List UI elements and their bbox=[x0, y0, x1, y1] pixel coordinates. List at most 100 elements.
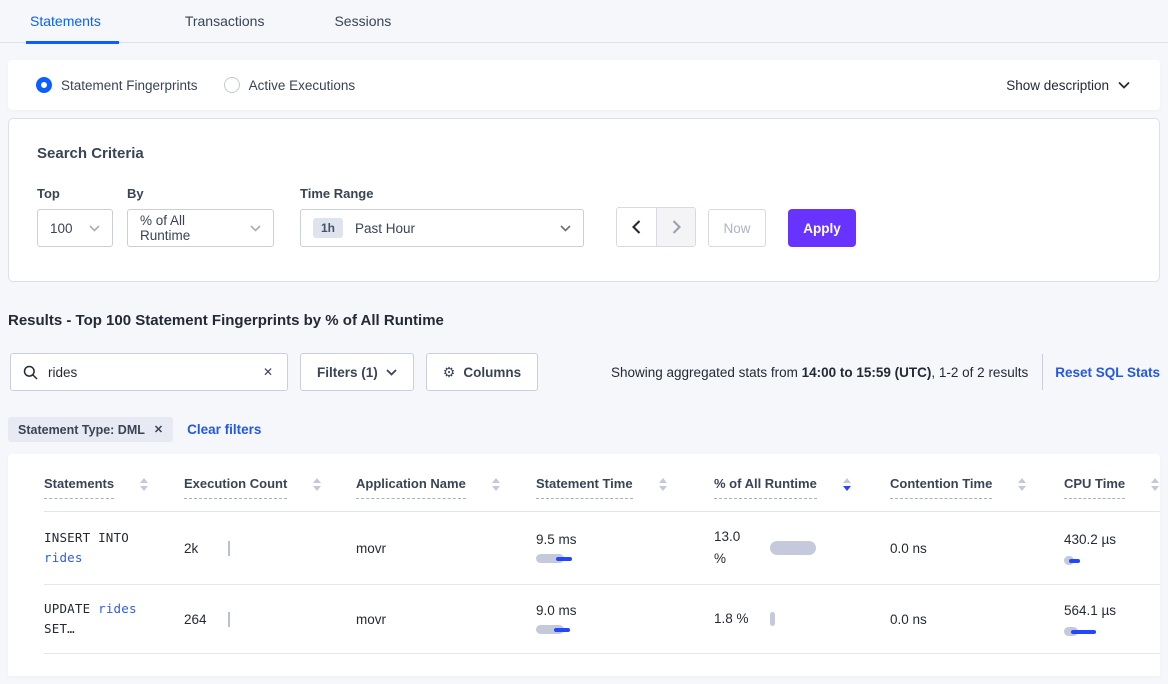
column-header-statement-time[interactable]: Statement Time bbox=[536, 458, 714, 512]
table-row: INSERT INTO rides 2k movr 9.5 ms 13.0 % … bbox=[44, 512, 1160, 585]
active-filters-row: Statement Type: DML ✕ Clear filters bbox=[8, 417, 1160, 442]
top-select[interactable]: 100 bbox=[37, 209, 113, 247]
clear-filters-link[interactable]: Clear filters bbox=[187, 422, 261, 437]
by-select[interactable]: % of All Runtime bbox=[127, 209, 274, 247]
column-header-application-name[interactable]: Application Name bbox=[356, 458, 536, 512]
filter-tag-label: Statement Type: DML bbox=[18, 423, 145, 437]
time-next-button[interactable] bbox=[656, 208, 695, 246]
top-field: Top 100 bbox=[37, 186, 113, 247]
stats-summary: Showing aggregated stats from 14:00 to 1… bbox=[611, 365, 1028, 380]
table-header-row: Statements Execution Count Application N… bbox=[44, 458, 1160, 512]
radio-statement-fingerprints[interactable]: Statement Fingerprints bbox=[36, 77, 198, 93]
contention-time-cell: 0.0 ns bbox=[890, 512, 1064, 585]
time-prev-button[interactable] bbox=[617, 208, 656, 246]
top-tab-bar: Statements Transactions Sessions bbox=[0, 0, 1168, 43]
chevron-down-icon bbox=[560, 225, 571, 232]
results-controls-row: ✕ Filters (1) ⚙ Columns Showing aggregat… bbox=[10, 353, 1160, 391]
chevron-left-icon bbox=[632, 220, 641, 234]
statement-time-bar bbox=[536, 554, 704, 564]
column-header-execution-count[interactable]: Execution Count bbox=[184, 458, 356, 512]
sort-icon[interactable] bbox=[1151, 478, 1159, 498]
chevron-down-icon bbox=[1118, 81, 1130, 89]
by-label: By bbox=[127, 186, 274, 201]
cpu-time-cell: 564.1 µs bbox=[1064, 585, 1160, 654]
filters-label: Filters (1) bbox=[317, 365, 378, 380]
time-range-value: Past Hour bbox=[355, 221, 415, 236]
clear-search-icon[interactable]: ✕ bbox=[261, 365, 275, 379]
apply-button[interactable]: Apply bbox=[788, 209, 856, 247]
column-header-cpu-time[interactable]: CPU Time bbox=[1064, 458, 1160, 512]
tab-sessions[interactable]: Sessions bbox=[330, 13, 395, 44]
top-select-value: 100 bbox=[50, 221, 73, 236]
time-range-select[interactable]: 1h Past Hour bbox=[300, 209, 584, 247]
remove-filter-icon[interactable]: ✕ bbox=[154, 423, 163, 436]
chevron-right-icon bbox=[672, 220, 681, 234]
search-icon bbox=[23, 365, 38, 380]
contention-time-cell: 0.0 ns bbox=[890, 585, 1064, 654]
top-label: Top bbox=[37, 186, 113, 201]
view-toggle-bar: Statement Fingerprints Active Executions… bbox=[8, 60, 1160, 110]
statement-cell: UPDATE rides SET… bbox=[44, 585, 184, 654]
time-step-group bbox=[616, 207, 696, 247]
pct-runtime-bar bbox=[770, 612, 775, 626]
column-header-pct-of-all-runtime[interactable]: % of All Runtime bbox=[714, 458, 890, 512]
statement-cell: INSERT INTO rides bbox=[44, 512, 184, 585]
results-heading: Results - Top 100 Statement Fingerprints… bbox=[8, 312, 1160, 329]
chevron-down-icon bbox=[250, 225, 261, 232]
time-range-label: Time Range bbox=[300, 186, 584, 201]
execution-count-bar bbox=[228, 541, 230, 556]
cpu-time-bar bbox=[1064, 556, 1150, 566]
reset-sql-stats-link[interactable]: Reset SQL Stats bbox=[1055, 365, 1160, 380]
by-field: By % of All Runtime bbox=[127, 186, 274, 247]
cpu-time-cell: 430.2 µs bbox=[1064, 512, 1160, 585]
pct-runtime-bar bbox=[770, 541, 816, 555]
tab-transactions[interactable]: Transactions bbox=[181, 13, 269, 44]
statement-time-bar bbox=[536, 625, 704, 635]
sort-icon[interactable] bbox=[659, 478, 667, 498]
sort-icon[interactable] bbox=[140, 478, 148, 498]
column-header-contention-time[interactable]: Contention Time bbox=[890, 458, 1064, 512]
by-select-value: % of All Runtime bbox=[140, 213, 236, 243]
search-criteria-card: Search Criteria Top 100 By % of All Runt… bbox=[8, 118, 1160, 282]
execution-count-cell: 2k bbox=[184, 512, 356, 585]
statement-time-cell: 9.5 ms bbox=[536, 512, 714, 585]
now-button[interactable]: Now bbox=[708, 209, 766, 247]
tab-statements[interactable]: Statements bbox=[26, 13, 119, 44]
search-criteria-title: Search Criteria bbox=[37, 145, 1131, 162]
statements-table: Statements Execution Count Application N… bbox=[44, 458, 1160, 654]
application-name-cell: movr bbox=[356, 512, 536, 585]
show-description-toggle[interactable]: Show description bbox=[1006, 78, 1130, 93]
sort-icon[interactable] bbox=[492, 478, 500, 498]
gear-icon: ⚙ bbox=[443, 364, 456, 381]
sort-icon[interactable] bbox=[313, 478, 321, 498]
time-range-field: Time Range 1h Past Hour bbox=[300, 186, 584, 247]
statement-link[interactable]: rides bbox=[98, 601, 137, 616]
chevron-down-icon bbox=[89, 225, 100, 232]
execution-count-cell: 264 bbox=[184, 585, 356, 654]
statements-table-card: Statements Execution Count Application N… bbox=[8, 454, 1160, 676]
search-input[interactable] bbox=[48, 365, 261, 380]
search-input-wrapper: ✕ bbox=[10, 353, 288, 391]
filters-button[interactable]: Filters (1) bbox=[300, 353, 414, 391]
table-row: UPDATE rides SET… 264 movr 9.0 ms 1.8 % … bbox=[44, 585, 1160, 654]
column-header-statements[interactable]: Statements bbox=[44, 458, 184, 512]
pct-runtime-cell: 13.0 % bbox=[714, 512, 890, 585]
columns-button[interactable]: ⚙ Columns bbox=[426, 353, 538, 391]
radio-label: Statement Fingerprints bbox=[61, 78, 198, 93]
execution-count-bar bbox=[228, 612, 230, 627]
radio-label: Active Executions bbox=[249, 78, 356, 93]
radio-active-executions[interactable]: Active Executions bbox=[224, 77, 356, 93]
pct-runtime-cell: 1.8 % bbox=[714, 585, 890, 654]
vertical-divider bbox=[1042, 354, 1043, 390]
sort-desc-icon[interactable] bbox=[843, 478, 851, 498]
sort-icon[interactable] bbox=[1018, 478, 1026, 498]
radio-unselected-icon bbox=[224, 77, 240, 93]
statement-link[interactable]: rides bbox=[44, 550, 83, 565]
statement-time-cell: 9.0 ms bbox=[536, 585, 714, 654]
application-name-cell: movr bbox=[356, 585, 536, 654]
columns-label: Columns bbox=[463, 365, 521, 380]
filter-tag-statement-type[interactable]: Statement Type: DML ✕ bbox=[8, 417, 173, 442]
sql-activity-page: Statements Transactions Sessions Stateme… bbox=[0, 0, 1168, 684]
chevron-down-icon bbox=[386, 369, 397, 376]
time-range-badge: 1h bbox=[313, 218, 343, 238]
